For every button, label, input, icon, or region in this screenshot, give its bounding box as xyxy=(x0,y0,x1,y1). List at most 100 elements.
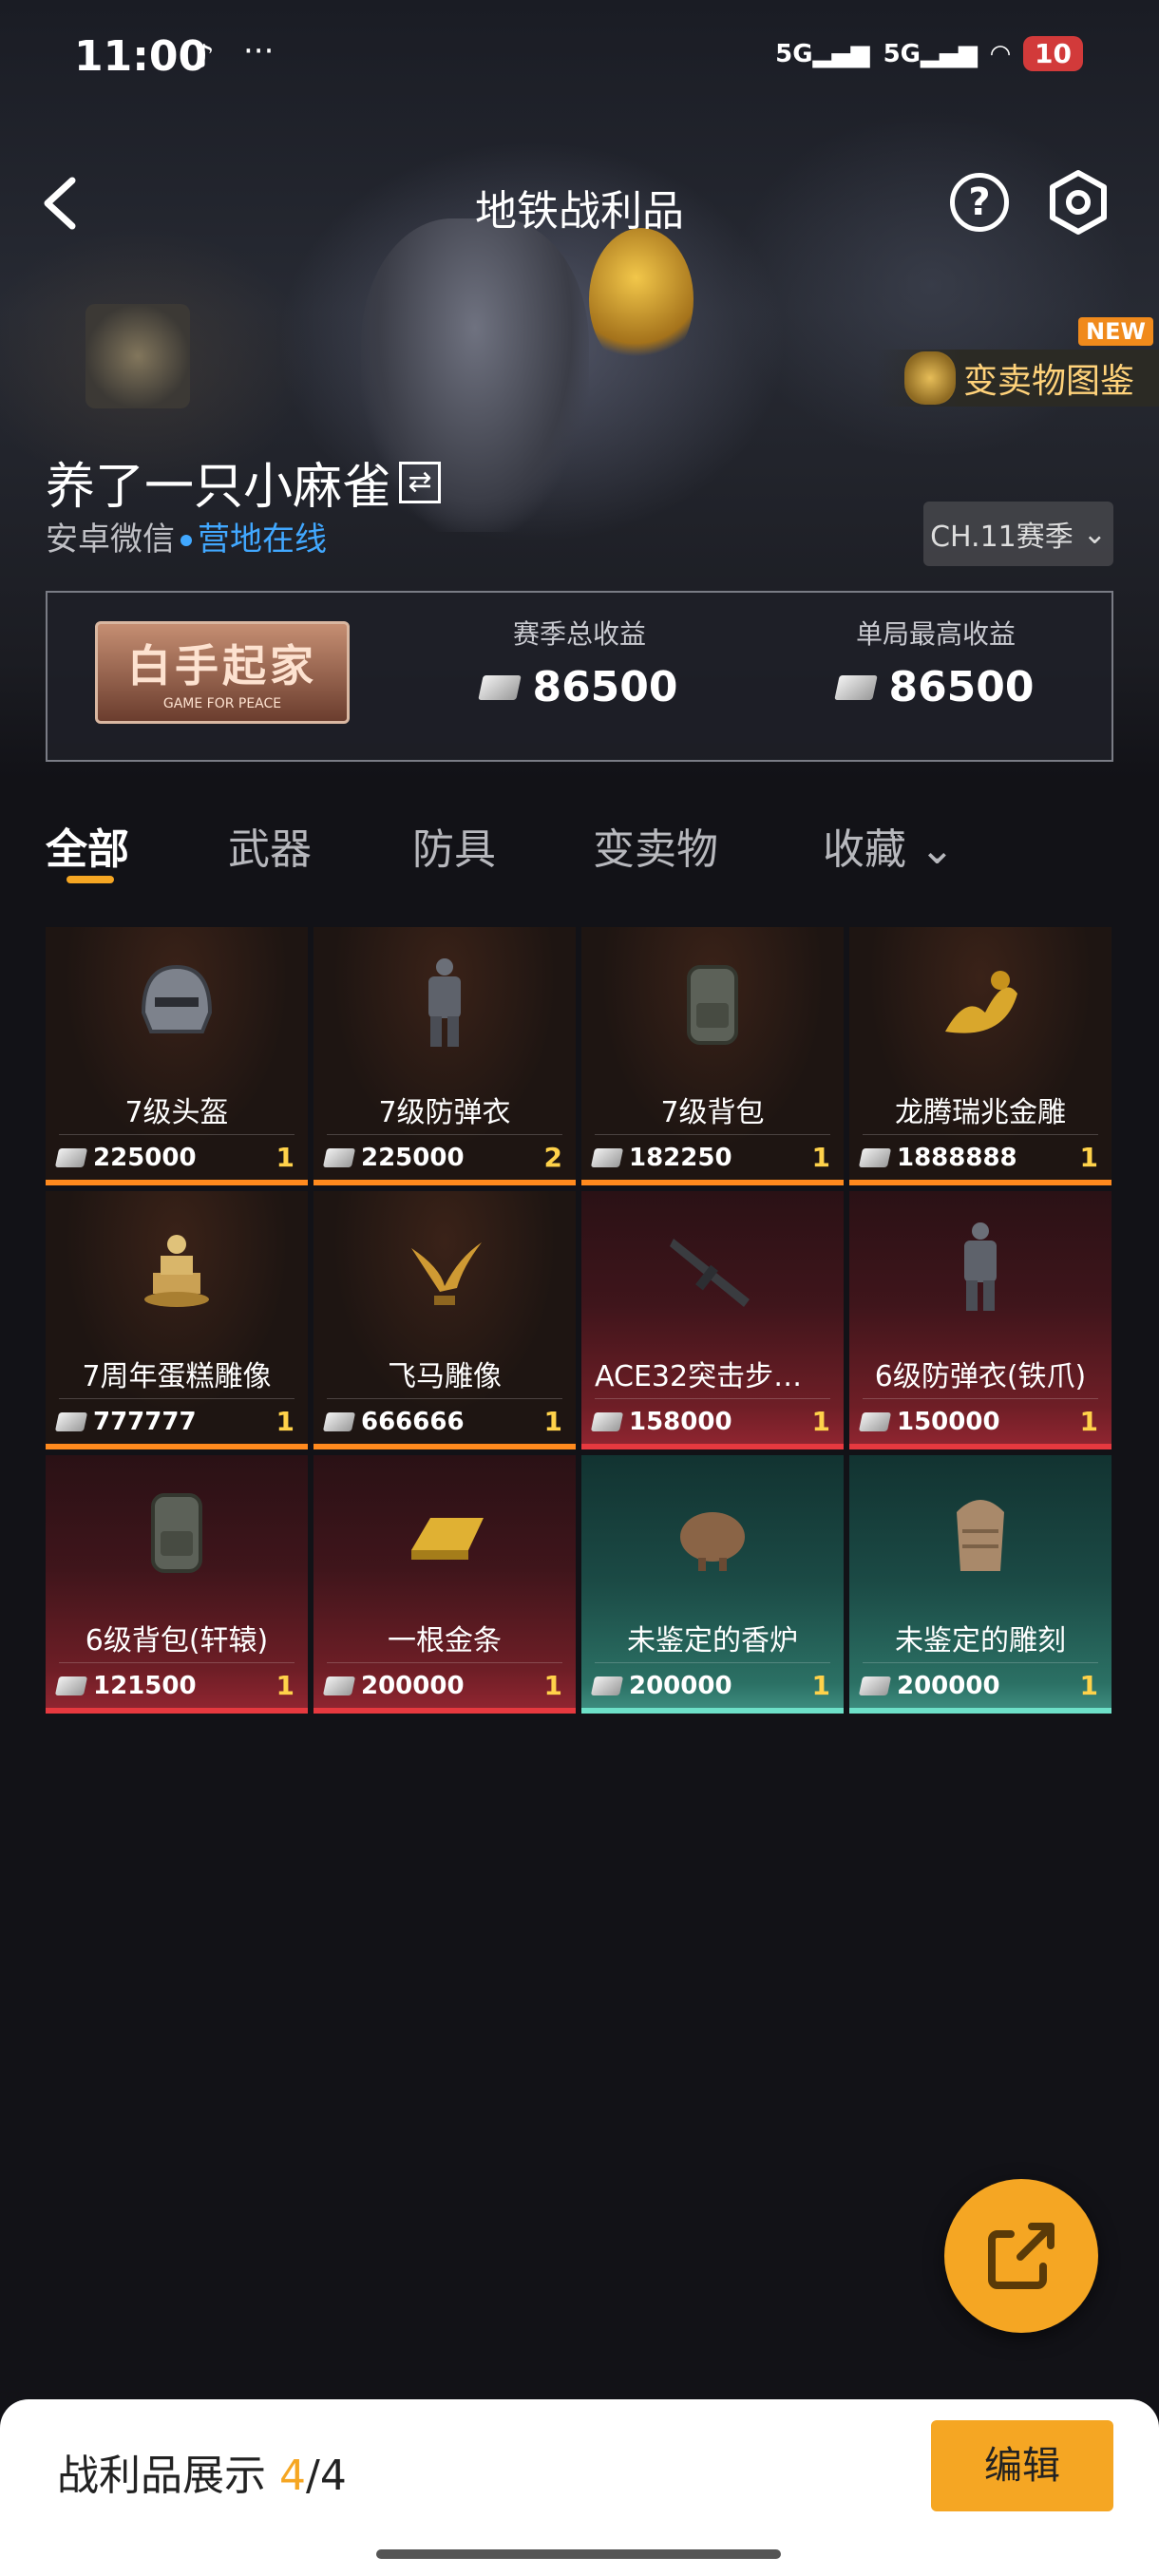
cash-icon xyxy=(54,1412,88,1431)
season-select-label: CH.11赛季 xyxy=(930,521,1074,554)
item-value-text: 158000 xyxy=(629,1408,732,1436)
season-total-label: 赛季总收益 xyxy=(512,618,646,650)
divider xyxy=(59,1134,294,1135)
tab-favorites[interactable]: 收藏 ⌄ xyxy=(823,815,955,876)
item-count: 1 xyxy=(811,1142,830,1173)
collection-statue-icon xyxy=(903,351,956,405)
item-count: 1 xyxy=(276,1670,294,1701)
new-badge: NEW xyxy=(1078,317,1153,346)
carving-icon xyxy=(938,1484,1023,1579)
item-name: 7级头盔 xyxy=(124,1096,229,1129)
loot-card[interactable]: 龙腾瑞兆金雕 1888888 1 xyxy=(849,927,1112,1185)
share-button[interactable] xyxy=(944,2179,1098,2333)
item-name: 7级防弹衣 xyxy=(378,1096,511,1129)
double-chevron-down-icon: ⌄ xyxy=(920,825,955,874)
item-name: ACE32突击步枪… xyxy=(595,1360,831,1393)
cash-icon xyxy=(478,674,522,700)
divider xyxy=(595,1398,830,1399)
divider xyxy=(59,1662,294,1663)
badge-title: 白手起家 xyxy=(127,640,317,691)
showcase-label: 战利品展示 4/4 xyxy=(57,2452,347,2500)
item-value: 121500 xyxy=(54,1672,197,1700)
active-tab-indicator xyxy=(66,876,114,883)
loot-grid: 7级头盔 225000 1 7级防弹衣 225000 2 7级背包 182250 1 龙腾瑞兆金雕… xyxy=(46,927,1113,1714)
item-value: 225000 xyxy=(54,1144,197,1172)
help-icon[interactable]: ? xyxy=(950,173,1009,232)
tab-sellables[interactable]: 变卖物 xyxy=(593,815,718,876)
single-best-value: 86500 xyxy=(888,663,1035,711)
divider xyxy=(863,1134,1098,1135)
display-statue-image xyxy=(86,304,190,408)
cash-icon xyxy=(858,1676,892,1695)
item-value: 200000 xyxy=(322,1672,465,1700)
loot-card[interactable]: 7周年蛋糕雕像 777777 1 xyxy=(46,1191,308,1449)
home-indicator[interactable] xyxy=(376,2549,781,2559)
item-value-text: 1888888 xyxy=(897,1144,1017,1172)
loot-card[interactable]: 7级头盔 225000 1 xyxy=(46,927,308,1185)
tab-weapons[interactable]: 武器 xyxy=(228,815,312,876)
settings-hex-icon[interactable] xyxy=(1045,169,1112,236)
showcase-bar: 战利品展示 4/4 编辑 xyxy=(0,2399,1159,2576)
loot-card[interactable]: 6级背包(轩辕) 121500 1 xyxy=(46,1455,308,1714)
cash-icon xyxy=(858,1412,892,1431)
item-count: 1 xyxy=(811,1670,830,1701)
tab-all[interactable]: 全部 xyxy=(46,815,129,883)
status-time: 11:00 xyxy=(74,32,208,81)
loot-card[interactable]: 7级防弹衣 225000 2 xyxy=(314,927,576,1185)
censer-icon xyxy=(670,1484,755,1579)
loot-card[interactable]: ACE32突击步枪… 158000 1 xyxy=(581,1191,844,1449)
item-value: 666666 xyxy=(322,1408,465,1436)
username: 养了一只小麻雀 ⇄ xyxy=(46,446,442,518)
loot-card[interactable]: 飞马雕像 666666 1 xyxy=(314,1191,576,1449)
showcase-current-count: 4 xyxy=(279,2452,306,2500)
backpack-icon xyxy=(670,956,755,1051)
divider xyxy=(595,1134,830,1135)
platform-label: 安卓微信 xyxy=(46,521,175,559)
loot-card[interactable]: 未鉴定的雕刻 200000 1 xyxy=(849,1455,1112,1714)
loot-card[interactable]: 7级背包 182250 1 xyxy=(581,927,844,1185)
battery-icon: 10 xyxy=(1023,36,1083,71)
single-best-stat: 单局最高收益 86500 xyxy=(793,614,1078,711)
signal-1-icon: 5G▂▄▆ xyxy=(775,39,870,68)
item-value: 182250 xyxy=(590,1144,732,1172)
season-total-stat: 赛季总收益 86500 xyxy=(437,614,722,711)
item-count: 1 xyxy=(1079,1142,1098,1173)
cake-statue-icon xyxy=(134,1220,219,1315)
armor-vest-icon xyxy=(938,1220,1023,1315)
edit-button[interactable]: 编辑 xyxy=(931,2420,1113,2511)
item-count: 2 xyxy=(543,1142,562,1173)
gold-dragon-icon xyxy=(938,956,1023,1051)
item-name: 6级背包(轩辕) xyxy=(85,1624,269,1657)
item-name: 6级防弹衣(铁爪) xyxy=(874,1360,1087,1393)
gold-bar-icon xyxy=(402,1484,487,1579)
status-bar: 11:00 ♪ ··· 5G▂▄▆ 5G▂▄▆ ◠ 10 xyxy=(0,28,1159,91)
item-value-text: 225000 xyxy=(361,1144,465,1172)
item-value-text: 225000 xyxy=(93,1144,197,1172)
item-value: 200000 xyxy=(858,1672,1000,1700)
rifle-icon xyxy=(670,1220,755,1315)
single-best-label: 单局最高收益 xyxy=(855,618,1016,650)
armor-vest-icon xyxy=(402,956,487,1051)
divider xyxy=(327,1134,562,1135)
item-count: 1 xyxy=(276,1142,294,1173)
item-name: 飞马雕像 xyxy=(388,1360,502,1393)
badge-subtitle: GAME FOR PEACE xyxy=(162,696,282,711)
switch-account-icon[interactable]: ⇄ xyxy=(399,461,442,503)
collection-guide-button[interactable]: 变卖物图鉴 NEW xyxy=(875,317,1159,407)
item-value: 150000 xyxy=(858,1408,1000,1436)
season-dropdown[interactable]: CH.11赛季 ⌄ xyxy=(923,502,1113,566)
cash-icon xyxy=(54,1148,88,1167)
divider xyxy=(595,1662,830,1663)
item-value-text: 666666 xyxy=(361,1408,465,1436)
item-name: 7级背包 xyxy=(660,1096,765,1129)
loot-card[interactable]: 未鉴定的香炉 200000 1 xyxy=(581,1455,844,1714)
chevron-down-icon: ⌄ xyxy=(1082,517,1107,551)
loot-card[interactable]: 一根金条 200000 1 xyxy=(314,1455,576,1714)
tab-armor[interactable]: 防具 xyxy=(412,815,496,876)
loot-card[interactable]: 6级防弹衣(铁爪) 150000 1 xyxy=(849,1191,1112,1449)
item-value-text: 150000 xyxy=(897,1408,1000,1436)
cash-icon xyxy=(54,1676,88,1695)
username-text: 养了一只小麻雀 xyxy=(46,459,392,516)
cash-icon xyxy=(590,1412,624,1431)
collection-guide-label: 变卖物图鉴 xyxy=(962,362,1134,401)
